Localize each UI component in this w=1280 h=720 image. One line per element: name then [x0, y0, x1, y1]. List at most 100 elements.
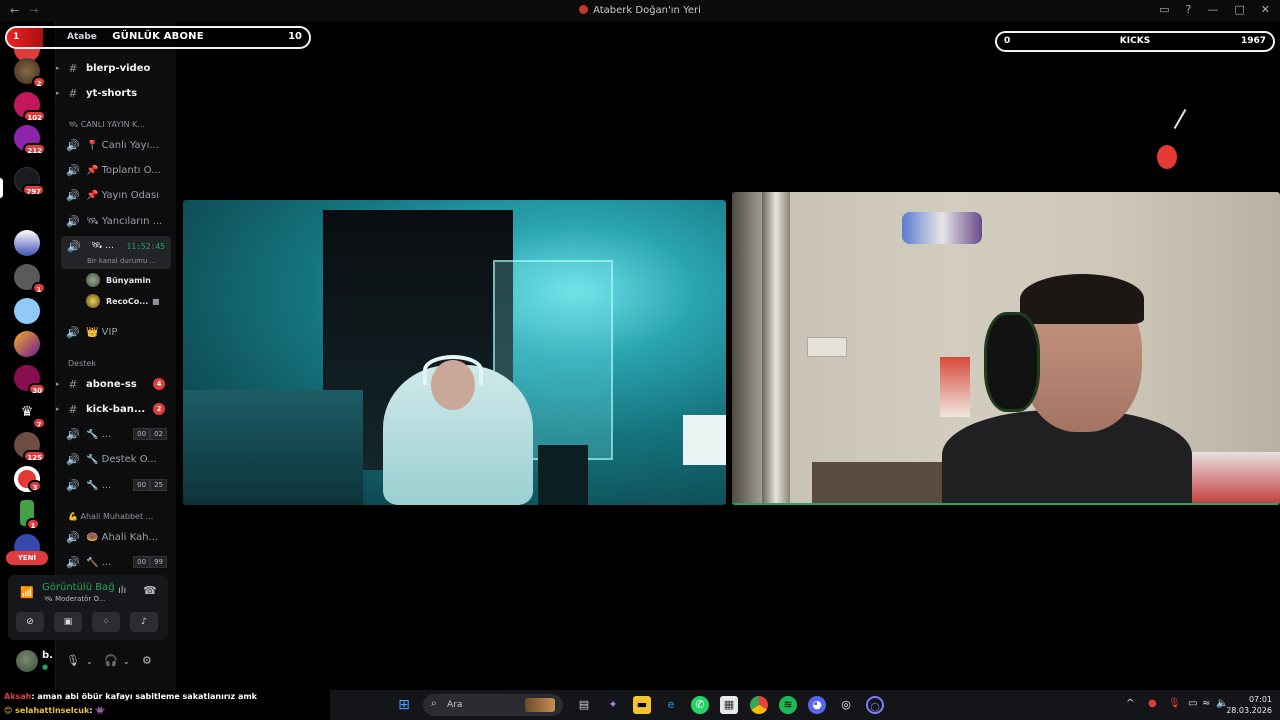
active-voice-channel[interactable]: 🔊 🛰 ... 11:52:45 Bir kanal durumu ... [61, 236, 171, 269]
chevron-down-icon[interactable]: ⌄ [123, 657, 130, 666]
server-icon[interactable]: 125 [14, 432, 46, 462]
speaker-icon: 🔊 [66, 555, 80, 569]
voice-channel[interactable]: 🔊 🔨 ... 00 99 [56, 551, 177, 573]
video-tile-recoco[interactable] [732, 192, 1280, 505]
help-icon[interactable]: ? [1186, 3, 1192, 16]
avatar [86, 273, 100, 287]
voice-channel[interactable]: 🔊 📌 Toplantı O... [56, 159, 177, 181]
tray-monitor-icon[interactable]: ▭ [1188, 698, 1197, 709]
chat-username: 😊 selahattinselcuk [4, 706, 90, 715]
sofa [183, 390, 363, 505]
server-icon[interactable]: 797 [14, 167, 45, 196]
voice-channel-vip[interactable]: 🔊 👑 VIP [56, 321, 177, 343]
speaker-icon: 🔊 [66, 427, 80, 441]
channel-yt-shorts[interactable]: ▸ # yt-shorts [56, 82, 177, 104]
server-icon[interactable]: 102 [14, 92, 46, 122]
server-icon[interactable] [14, 331, 40, 357]
user-limit: 00 25 [133, 479, 167, 491]
channel-label: 📌 Yayın Odası [86, 189, 160, 201]
server-icon[interactable]: 1 [20, 500, 40, 530]
user-limit: 00 02 [133, 428, 167, 440]
unread-badge: 102 [23, 110, 46, 122]
server-icon[interactable] [14, 230, 40, 256]
voice-channel[interactable]: 🔊 📌 Yayın Odası [56, 184, 177, 206]
copilot-icon[interactable]: ✦ [604, 696, 622, 714]
channel-label: 🍩 Ahali Kah... [86, 531, 159, 543]
disconnect-icon[interactable]: ☎ [143, 584, 157, 597]
voice-member[interactable]: Bünyamin [86, 271, 151, 289]
app-icon[interactable]: ○ [866, 696, 884, 714]
headphones-shape [423, 355, 483, 385]
mention-badge: 4 [153, 378, 165, 390]
edge-icon[interactable]: e [662, 696, 680, 714]
voice-channel[interactable]: 🔊 📍 Canlı Yayı... [56, 134, 177, 156]
inbox-icon[interactable]: ▭ [1159, 3, 1169, 16]
unread-badge: 30 [28, 383, 46, 395]
crown-server-icon[interactable]: ♛ 7 [14, 399, 46, 429]
chat-message: 😊 selahattinselcuk: 👾 [4, 706, 105, 715]
voice-channel[interactable]: 🔊 🔧 ... 00 25 [56, 474, 177, 496]
taskbar-clock[interactable]: 07:01 28.03.2026 [1226, 694, 1272, 716]
channel-abone-ss[interactable]: ▸ # abone-ss 4 [56, 373, 177, 395]
search-placeholder: Ara [447, 700, 463, 710]
windows-start-icon[interactable]: ⊞ [395, 696, 413, 714]
unread-badge: 212 [23, 143, 46, 155]
server-icon[interactable]: 2 [14, 58, 46, 88]
maximize-icon[interactable]: □ [1234, 3, 1244, 16]
store-icon[interactable]: ▦ [720, 696, 738, 714]
channel-kick-ban[interactable]: ▸ # kick-ban... 2 [56, 398, 177, 420]
chrome-icon[interactable] [750, 696, 768, 714]
voice-channel[interactable]: 🔊 🔧 Destek O... [56, 448, 177, 470]
unread-badge: 797 [22, 184, 45, 196]
discord-icon[interactable]: ◕ [808, 696, 826, 714]
spotify-icon[interactable]: ≋ [779, 696, 797, 714]
kicks-goal-bar: 0 KICKS 1967 [995, 31, 1275, 52]
channel-label: abone-ss [86, 378, 137, 390]
wifi-icon[interactable]: ≈ [1202, 698, 1210, 709]
user-count: 00 [133, 479, 151, 491]
channel-blerp-video[interactable]: ▸ # blerp-video [56, 57, 177, 79]
channel-status: Bir kanal durumu ... [87, 257, 157, 265]
server-icon[interactable]: 212 [14, 125, 46, 155]
category-live[interactable]: 🛰 CANLI YAYIN K... [68, 120, 145, 129]
microphone-icon[interactable]: 🎙 [66, 654, 80, 667]
channel-label: 📍 Canlı Yayı... [86, 139, 159, 151]
elapsed-time: 11:52:45 [126, 242, 165, 251]
server-icon[interactable]: 30 [14, 365, 46, 395]
server-icon[interactable] [14, 298, 40, 324]
chevron-down-icon[interactable]: ⌄ [86, 657, 93, 666]
minimize-icon[interactable]: — [1207, 3, 1218, 16]
file-explorer-icon[interactable]: ▬ [633, 696, 651, 714]
voice-channel[interactable]: 🔊 🛰 Yancıların ... [56, 210, 177, 232]
speaker-icon: 🔊 [66, 214, 80, 228]
camera-off-button[interactable]: ⊘ [16, 612, 44, 632]
whatsapp-icon[interactable]: ✆ [691, 696, 709, 714]
voice-member[interactable]: RecoCo... ■ [86, 292, 160, 310]
category-chat[interactable]: 💪 Ahali Muhabbet ... [68, 512, 153, 521]
clock-time: 07:01 [1248, 695, 1272, 704]
new-label[interactable]: YENİ [6, 551, 48, 565]
noise-suppression-icon[interactable]: ılı [118, 585, 126, 596]
obs-icon[interactable]: ◎ [837, 696, 855, 714]
voice-status-title[interactable]: Görüntülü Bağ [42, 582, 115, 593]
soundboard-button[interactable]: ♪ [130, 612, 158, 632]
headphones-icon[interactable]: 🎧 [104, 654, 118, 667]
server-icon[interactable]: 1 [14, 264, 46, 294]
title-bar: ← → Ataberk Doğan'ın Yeri ▭ ? — □ ✕ [0, 0, 1280, 22]
tray-chevron-icon[interactable]: ^ [1126, 698, 1134, 709]
activities-button[interactable]: ⁘ [92, 612, 120, 632]
tray-mic-icon[interactable]: 🎙 [1168, 698, 1181, 709]
task-view-icon[interactable]: ▤ [575, 696, 593, 714]
category-support[interactable]: Destek [68, 359, 96, 368]
voice-channel-subtitle[interactable]: 🛰 Moderatör O... [44, 595, 105, 603]
screen-share-button[interactable]: ▣ [54, 612, 82, 632]
settings-gear-icon[interactable]: ⚙ [142, 654, 152, 667]
video-tile-bunyamin[interactable] [183, 200, 726, 505]
avatar[interactable] [16, 650, 38, 672]
tray-app-icon[interactable]: ● [1148, 698, 1157, 709]
taskbar-search[interactable]: ⌕ Ara [423, 694, 563, 716]
voice-channel[interactable]: 🔊 🍩 Ahali Kah... [56, 526, 177, 548]
voice-channel[interactable]: 🔊 🔧 ... 00 02 [56, 423, 177, 445]
server-icon[interactable]: 3 [14, 466, 42, 492]
close-icon[interactable]: ✕ [1261, 3, 1270, 16]
